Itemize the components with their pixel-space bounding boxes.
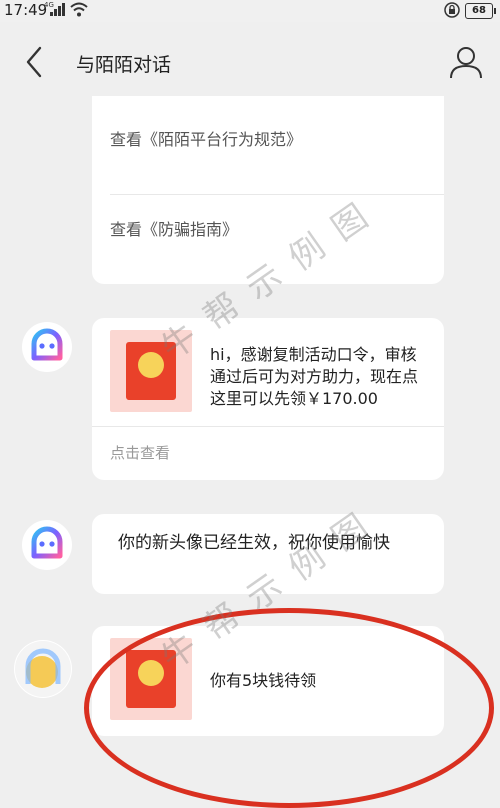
momo-logo-icon — [23, 521, 71, 569]
red-packet-message-2[interactable]: 你有5块钱待领 — [92, 626, 444, 736]
coin-icon — [138, 352, 164, 378]
chat-header: 与陌陌对话 — [0, 22, 500, 102]
status-bar: 17:49 4G 68 — [0, 0, 500, 22]
momo-logo-icon — [23, 323, 71, 371]
red-packet-message[interactable]: hi，感谢复制活动口令，审核通过后可为对方助力，现在点这里可以先领￥170.00… — [92, 318, 444, 480]
coin-icon — [138, 660, 164, 686]
avatar-updated-message[interactable]: 你的新头像已经生效，祝你使用愉快 — [92, 514, 444, 594]
red-envelope-image — [110, 330, 192, 412]
red-envelope-image — [110, 638, 192, 720]
momo-avatar[interactable] — [22, 520, 72, 570]
view-details-link[interactable]: 点击查看 — [110, 442, 170, 463]
battery-icon: 68 — [465, 3, 496, 19]
chevron-left-icon — [26, 46, 42, 78]
status-time: 17:49 — [4, 1, 48, 19]
momo-logo-icon — [15, 641, 71, 697]
signal-icon — [50, 3, 65, 16]
user-icon — [450, 47, 482, 79]
wifi-icon — [70, 2, 88, 22]
divider — [110, 194, 444, 195]
message-text: 你的新头像已经生效，祝你使用愉快 — [118, 533, 390, 553]
message-text: hi，感谢复制活动口令，审核通过后可为对方助力，现在点这里可以先领￥170.00 — [210, 345, 419, 408]
system-message-card: 查看《陌陌平台行为规范》 查看《防骗指南》 — [92, 96, 444, 284]
divider — [92, 426, 444, 427]
back-button[interactable] — [18, 42, 52, 82]
momo-avatar[interactable] — [14, 640, 72, 698]
link-platform-rules[interactable]: 查看《陌陌平台行为规范》 — [110, 126, 302, 150]
link-anti-fraud-guide[interactable]: 查看《防骗指南》 — [110, 216, 238, 240]
message-text: 你有5块钱待领 — [210, 671, 317, 690]
momo-avatar[interactable] — [22, 322, 72, 372]
profile-button[interactable] — [448, 44, 484, 80]
rotation-lock-icon — [444, 2, 460, 22]
page-title: 与陌陌对话 — [76, 54, 172, 76]
